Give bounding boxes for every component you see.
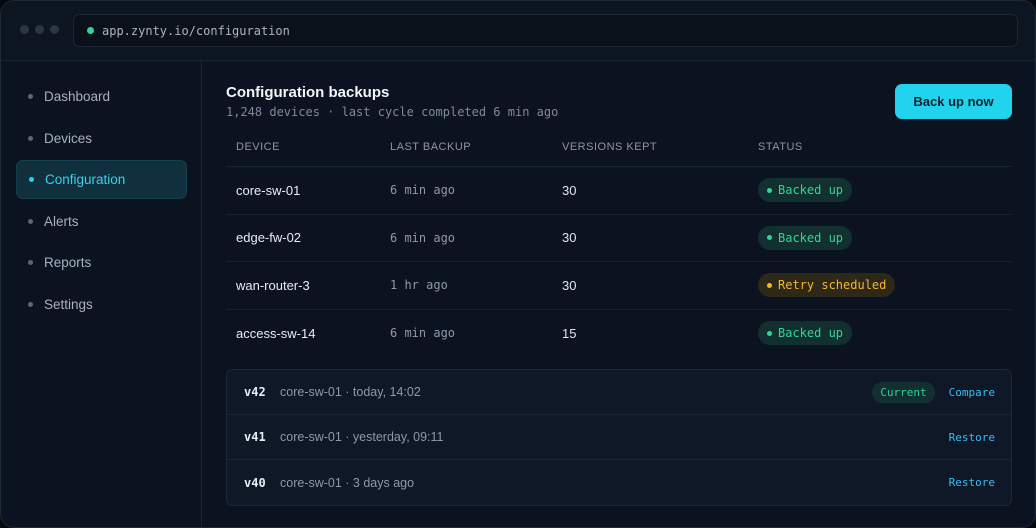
device-name: wan-router-3 [236,277,310,293]
status-badge: Retry scheduled [758,273,896,298]
status-text: Backed up [778,230,844,245]
browser-titlebar: app.zynty.io/configuration [1,1,1035,61]
sidebar-item-reports[interactable]: Reports [16,243,187,282]
minimize-window-dot[interactable] [35,25,44,34]
status-badge: Backed up [758,178,853,203]
versions-kept: 30 [562,230,577,246]
version-tag: v42 [244,385,266,399]
device-name: core-sw-01 [236,182,301,198]
status-text: Backed up [778,326,844,341]
maximize-window-dot[interactable] [50,25,59,34]
app-window: app.zynty.io/configuration Dashboard Dev… [0,0,1036,528]
last-backup: 6 min ago [390,326,456,341]
column-header-device[interactable]: DEVICE [226,141,390,153]
sidebar-item-label: Reports [44,255,92,270]
versions-kept: 15 [562,325,577,341]
page-title: Configuration backups [226,84,390,101]
backups-table: DEVICE LAST BACKUP VERSIONS KEPT STATUS … [226,127,1012,357]
sidebar-item-dashboard[interactable]: Dashboard [16,77,187,116]
bullet-icon [29,177,34,182]
status-dot-icon [767,187,772,193]
bullet-icon [28,218,33,224]
url-text: app.zynty.io/configuration [102,23,290,38]
sidebar-item-label: Devices [44,130,93,146]
status-dot-icon [767,282,772,288]
status-text: Retry scheduled [778,278,887,293]
secure-status-icon [87,27,94,34]
sidebar: Dashboard Devices Configuration Alerts R… [1,61,202,527]
table-header: DEVICE LAST BACKUP VERSIONS KEPT STATUS [226,127,1012,167]
column-header-status[interactable]: STATUS [758,141,1012,153]
compare-link[interactable]: Compare [949,386,995,399]
versions-kept: 30 [562,277,577,293]
device-name: access-sw-14 [236,325,316,341]
back-up-now-button[interactable]: Back up now [895,84,1012,119]
versions-kept: 30 [562,182,577,198]
version-row: v40 core-sw-01 · 3 days ago Restore [227,460,1011,505]
current-badge: Current [872,381,935,403]
sidebar-item-devices[interactable]: Devices [16,119,187,158]
status-badge: Backed up [758,225,853,250]
table-row[interactable]: access-sw-14 6 min ago 15 Backed up [226,310,1012,358]
sidebar-item-label: Dashboard [44,89,111,104]
version-meta: core-sw-01 · today, 14:02 [280,385,421,399]
status-text: Backed up [778,183,844,198]
bullet-icon [28,260,33,265]
last-backup: 1 hr ago [390,278,448,293]
version-tag: v40 [244,475,266,490]
version-history-panel: v42 core-sw-01 · today, 14:02 Current Co… [226,369,1012,506]
table-row[interactable]: core-sw-01 6 min ago 30 Backed up [226,167,1012,215]
status-dot-icon [767,235,772,241]
sidebar-item-label: Alerts [44,213,79,229]
window-controls [20,25,59,34]
address-bar[interactable]: app.zynty.io/configuration [73,14,1018,47]
column-header-last-backup[interactable]: LAST BACKUP [390,141,562,153]
restore-link[interactable]: Restore [949,476,995,489]
version-meta: core-sw-01 · 3 days ago [280,475,415,490]
bullet-icon [28,301,33,307]
sidebar-item-label: Settings [44,296,93,312]
bullet-icon [28,94,33,99]
main-content: Configuration backups 1,248 devices · la… [202,61,1035,527]
version-row: v42 core-sw-01 · today, 14:02 Current Co… [227,370,1011,415]
version-row: v41 core-sw-01 · yesterday, 09:11 Restor… [227,415,1011,460]
table-row[interactable]: wan-router-3 1 hr ago 30 Retry scheduled [226,262,1012,310]
sidebar-item-settings[interactable]: Settings [16,285,187,324]
device-name: edge-fw-02 [236,230,302,246]
status-badge: Backed up [758,321,853,346]
sidebar-item-alerts[interactable]: Alerts [16,202,187,241]
last-backup: 6 min ago [390,230,456,245]
last-backup: 6 min ago [390,183,456,198]
page-subtitle: 1,248 devices · last cycle completed 6 m… [226,105,559,119]
version-meta: core-sw-01 · yesterday, 09:11 [280,430,444,444]
sidebar-item-label: Configuration [45,172,126,187]
column-header-versions-kept[interactable]: VERSIONS KEPT [562,141,758,153]
table-row[interactable]: edge-fw-02 6 min ago 30 Backed up [226,215,1012,262]
status-dot-icon [767,330,772,336]
bullet-icon [28,135,33,141]
close-window-dot[interactable] [20,25,29,34]
sidebar-item-configuration[interactable]: Configuration [16,160,187,199]
restore-link[interactable]: Restore [949,431,995,444]
version-tag: v41 [244,430,266,444]
